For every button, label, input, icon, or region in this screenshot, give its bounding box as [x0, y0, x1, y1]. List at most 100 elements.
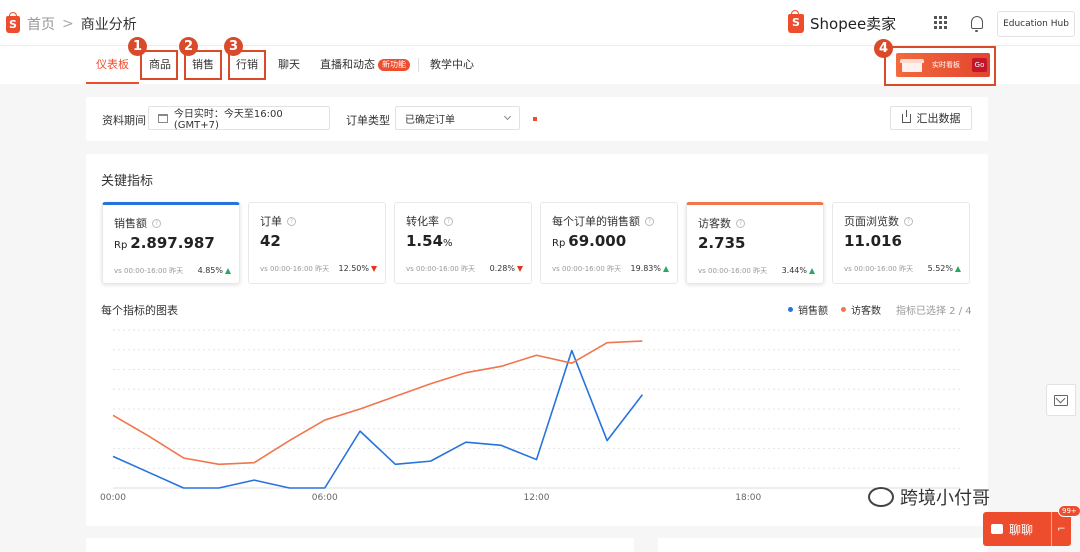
- feedback-float-button[interactable]: [1046, 384, 1076, 416]
- help-icon[interactable]: ?: [904, 216, 913, 226]
- metric-card-page-views[interactable]: 页面浏览数? 11.016 vs 00:00-16:00 昨天 5.52%: [832, 202, 970, 284]
- x-tick-label: 00:00: [100, 493, 126, 503]
- tab-live-and-feed[interactable]: 直播和动态 新功能: [320, 46, 410, 84]
- annotation-number-2: 2: [179, 37, 198, 56]
- realtime-go-button[interactable]: Go: [972, 58, 987, 72]
- chart-legend: 销售额 访客数 指标已选择 2 / 4: [788, 302, 972, 317]
- legend-visitors[interactable]: 访客数: [851, 302, 881, 317]
- brand[interactable]: S Shopee卖家: [788, 10, 897, 34]
- x-tick-label: 06:00: [312, 493, 338, 503]
- bottom-card-left: [86, 538, 634, 552]
- arrow-down-icon: [517, 265, 523, 272]
- period-selector[interactable]: 今日实时：今天至16:00 (GMT+7): [148, 106, 330, 131]
- realtime-dashboard-banner[interactable]: 实时看板 Go: [896, 53, 990, 77]
- annotation-number-1: 1: [128, 37, 147, 56]
- arrow-up-icon: [225, 267, 231, 274]
- metrics-selected-count: 指标已选择 2 / 4: [896, 306, 972, 317]
- metric-value: 42: [260, 232, 281, 250]
- metric-change: 5.52%: [927, 264, 953, 273]
- download-icon: [901, 109, 911, 123]
- legend-sales[interactable]: 销售额: [798, 302, 828, 317]
- tab-learning-center[interactable]: 教学中心: [430, 46, 474, 84]
- breadcrumb-current: 商业分析: [80, 17, 137, 33]
- metric-name: 每个订单的销售额: [552, 215, 640, 228]
- annotation-number-4: 4: [874, 39, 893, 58]
- metric-unit: %: [443, 238, 453, 249]
- arrow-down-icon: [371, 265, 377, 272]
- help-icon[interactable]: ?: [736, 218, 745, 228]
- metric-value: 11.016: [844, 232, 902, 250]
- help-icon[interactable]: ?: [287, 216, 296, 226]
- new-feature-badge: 新功能: [378, 59, 410, 71]
- chat-label: 聊聊: [1009, 522, 1034, 537]
- metric-change: 4.85%: [197, 266, 223, 275]
- metric-compare: vs 00:00-16:00 昨天: [844, 265, 914, 273]
- tab-divider: [418, 58, 419, 72]
- wechat-icon: [868, 487, 894, 507]
- apps-grid-icon[interactable]: [934, 16, 947, 29]
- key-metrics-card: 关键指标 销售额? Rp 2.897.987 vs 00:00-16:00 昨天 …: [86, 154, 988, 526]
- notification-bell-icon[interactable]: [971, 16, 983, 32]
- mail-icon: [1054, 394, 1068, 406]
- shopee-logo-icon[interactable]: S: [6, 11, 20, 33]
- breadcrumb: S 首页 > 商业分析: [6, 11, 137, 34]
- watermark: 跨境小付哥: [868, 484, 990, 510]
- brand-name: Shopee卖家: [810, 15, 897, 33]
- arrow-up-icon: [809, 267, 815, 274]
- metric-value: 69.000: [568, 232, 627, 250]
- calendar-icon: [158, 113, 168, 123]
- period-label: 资料期间: [102, 114, 146, 127]
- help-icon[interactable]: ?: [444, 216, 453, 226]
- chat-button[interactable]: 聊聊 ⌐: [983, 512, 1071, 546]
- legend-visitors-dot: [841, 307, 846, 312]
- metric-compare: vs 00:00-16:00 昨天: [260, 265, 330, 273]
- chat-unread-badge: 99+: [1058, 505, 1080, 517]
- watermark-text: 跨境小付哥: [900, 488, 990, 509]
- metric-name: 销售额: [114, 217, 147, 230]
- metric-change: 12.50%: [338, 264, 369, 273]
- chat-expand-icon[interactable]: ⌐: [1051, 512, 1071, 546]
- x-tick-label: 18:00: [735, 493, 761, 503]
- series-line-0: [112, 349, 644, 489]
- metric-currency: Rp: [114, 240, 128, 251]
- breadcrumb-home[interactable]: 首页: [27, 14, 55, 34]
- order-type-value: 已确定订单: [405, 114, 455, 126]
- legend-sales-dot: [788, 307, 793, 312]
- metric-name: 订单: [260, 215, 282, 228]
- metric-card-visitors[interactable]: 访客数? 2.735 vs 00:00-16:00 昨天 3.44%: [686, 202, 824, 284]
- tab-chat[interactable]: 聊天: [278, 46, 300, 84]
- metric-value: 2.735: [698, 234, 746, 252]
- filter-bar: 资料期间 今日实时：今天至16:00 (GMT+7) 订单类型 已确定订单 汇出…: [86, 97, 988, 141]
- breadcrumb-separator: >: [62, 16, 74, 32]
- metric-compare: vs 00:00-16:00 昨天: [552, 265, 622, 273]
- realtime-banner-label: 实时看板: [932, 61, 960, 69]
- metric-compare: vs 00:00-16:00 昨天: [698, 267, 768, 275]
- metric-value: 1.54: [406, 232, 444, 250]
- metric-change: 19.83%: [630, 264, 661, 273]
- metric-card-orders[interactable]: 订单? 42 vs 00:00-16:00 昨天 12.50%: [248, 202, 386, 284]
- metric-value: 2.897.987: [130, 234, 215, 252]
- top-header: S 首页 > 商业分析 S Shopee卖家 Education Hub: [0, 0, 1080, 46]
- export-label: 汇出数据: [916, 112, 961, 125]
- line-chart: 00:00 06:00 12:00 18:00: [100, 329, 960, 503]
- metric-currency: Rp: [552, 238, 566, 249]
- storefront-icon: [900, 57, 926, 73]
- help-icon[interactable]: ?: [152, 218, 161, 228]
- order-type-select[interactable]: 已确定订单: [395, 106, 520, 130]
- help-icon[interactable]: ?: [645, 216, 654, 226]
- metric-compare: vs 00:00-16:00 昨天: [114, 267, 184, 275]
- metric-name: 转化率: [406, 215, 439, 228]
- tab-dashboard[interactable]: 仪表板: [86, 46, 139, 84]
- metric-card-sales-per-order[interactable]: 每个订单的销售额? Rp 69.000 vs 00:00-16:00 昨天 19.…: [540, 202, 678, 284]
- metric-name: 访客数: [698, 217, 731, 230]
- required-marker: [533, 117, 537, 121]
- export-data-button[interactable]: 汇出数据: [890, 106, 972, 130]
- x-tick-label: 12:00: [524, 493, 550, 503]
- metric-card-conversion[interactable]: 转化率? 1.54% vs 00:00-16:00 昨天 0.28%: [394, 202, 532, 284]
- annotation-box-1: [140, 50, 178, 80]
- shopee-bag-icon: S: [788, 10, 804, 33]
- metric-compare: vs 00:00-16:00 昨天: [406, 265, 476, 273]
- education-hub-button[interactable]: Education Hub: [997, 11, 1075, 37]
- metric-card-sales[interactable]: 销售额? Rp 2.897.987 vs 00:00-16:00 昨天 4.85%: [102, 202, 240, 284]
- arrow-up-icon: [955, 265, 961, 272]
